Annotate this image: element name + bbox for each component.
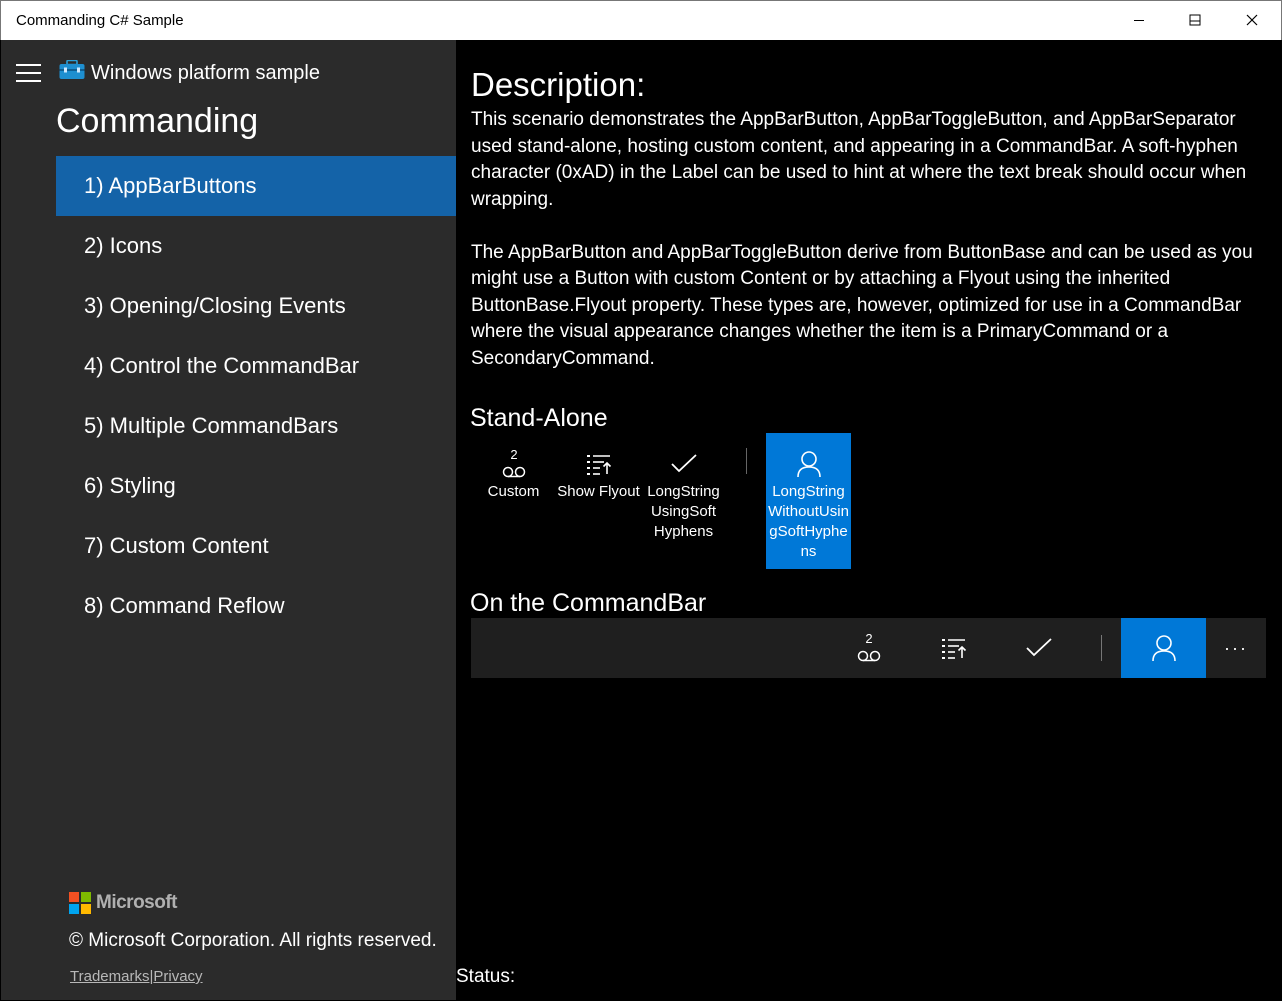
softhyphen-appbar-button[interactable]: LongString UsingSoft Hyphens	[641, 433, 726, 569]
show-flyout-appbar-button[interactable]: Show Flyout	[556, 433, 641, 569]
microsoft-logo-text: Microsoft	[96, 892, 178, 913]
window-title: Commanding C# Sample	[16, 12, 184, 29]
title-bar: Commanding C# Sample	[0, 0, 1282, 40]
voicemail-icon: 2	[471, 447, 556, 481]
hamburger-icon	[16, 64, 41, 66]
footer-links: Trademarks|Privacy	[70, 968, 203, 985]
hamburger-menu-button[interactable]	[16, 62, 42, 84]
description-paragraph-1: This scenario demonstrates the AppBarBut…	[471, 109, 1247, 210]
scenario-item-control-commandbar[interactable]: 4) Control the CommandBar	[56, 336, 456, 396]
description-paragraph-2: The AppBarButton and AppBarToggleButton …	[471, 241, 1253, 369]
main-content: Description: This scenario demonstrates …	[456, 40, 1281, 1000]
voicemail-icon: 2	[857, 632, 880, 662]
list-sort-icon	[556, 447, 641, 481]
microsoft-logo-icon	[69, 892, 91, 914]
commandbar-heading: On the CommandBar	[470, 589, 707, 617]
section-title: Commanding	[56, 102, 259, 140]
commandbar-separator	[1101, 635, 1102, 661]
nosofthyphen-appbar-toggle-button[interactable]: LongStringWithoutUsingSoftHyphens	[766, 433, 851, 569]
maximize-icon	[1189, 14, 1201, 26]
svg-text:2: 2	[865, 632, 872, 646]
close-button[interactable]	[1224, 0, 1280, 40]
minimize-button-main[interactable]	[1111, 0, 1167, 40]
copyright-text: © Microsoft Corporation. All rights rese…	[69, 930, 437, 951]
commandbar-more-button[interactable]: ···	[1206, 618, 1266, 678]
custom-button-label: Custom	[487, 483, 540, 500]
scenario-item-multiple-commandbars[interactable]: 5) Multiple CommandBars	[56, 396, 456, 456]
checkmark-icon	[1025, 638, 1052, 657]
scenario-item-custom-content[interactable]: 7) Custom Content	[56, 516, 456, 576]
scenario-item-command-reflow[interactable]: 8) Command Reflow	[56, 576, 456, 636]
minimize-icon	[1134, 20, 1144, 21]
scenario-item-appbarbuttons[interactable]: 1) AppBarButtons	[56, 156, 456, 216]
contact-icon	[766, 447, 851, 481]
standalone-buttons: 2 Custom Show Flyout LongString UsingSof…	[471, 433, 871, 573]
toolbox-icon	[59, 60, 85, 79]
standalone-heading: Stand-Alone	[470, 404, 608, 432]
close-icon	[1246, 14, 1258, 26]
status-label: Status:	[456, 966, 516, 987]
trademarks-link[interactable]: Trademarks	[70, 968, 149, 985]
contact-icon	[1151, 635, 1176, 662]
sidebar: Windows platform sample Commanding 1) Ap…	[1, 40, 456, 1000]
scenario-item-opening-closing-events[interactable]: 3) Opening/Closing Events	[56, 276, 456, 336]
list-sort-icon	[941, 639, 966, 659]
description-heading: Description:	[471, 66, 646, 103]
scenario-list: 1) AppBarButtons 2) Icons 3) Opening/Clo…	[56, 156, 456, 636]
brand-title: Windows platform sample	[91, 62, 320, 84]
appbar-separator	[746, 448, 747, 474]
microsoft-logo: Microsoft	[69, 892, 178, 914]
commandbar-contact-toggle-button[interactable]	[1121, 618, 1206, 678]
more-icon: ···	[1224, 637, 1248, 658]
privacy-link[interactable]: Privacy	[153, 968, 202, 985]
commandbar: 2 ···	[471, 618, 1266, 678]
checkmark-icon	[641, 447, 726, 481]
nosofthyphen-button-label: LongStringWithoutUsingSoftHyphens	[768, 483, 849, 560]
commandbar-custom-button[interactable]: 2	[826, 618, 911, 678]
maximize-button[interactable]	[1167, 0, 1223, 40]
show-flyout-button-label: Show Flyout	[557, 483, 640, 500]
commandbar-flyout-button[interactable]	[911, 618, 996, 678]
softhyphen-button-label: LongString UsingSoft Hyphens	[647, 483, 720, 540]
custom-appbar-button[interactable]: 2 Custom	[471, 433, 556, 569]
scenario-item-icons[interactable]: 2) Icons	[56, 216, 456, 276]
description-text: This scenario demonstrates the AppBarBut…	[471, 107, 1261, 372]
scenario-item-styling[interactable]: 6) Styling	[56, 456, 456, 516]
custom-badge: 2	[510, 448, 517, 462]
commandbar-check-button[interactable]	[996, 618, 1081, 678]
